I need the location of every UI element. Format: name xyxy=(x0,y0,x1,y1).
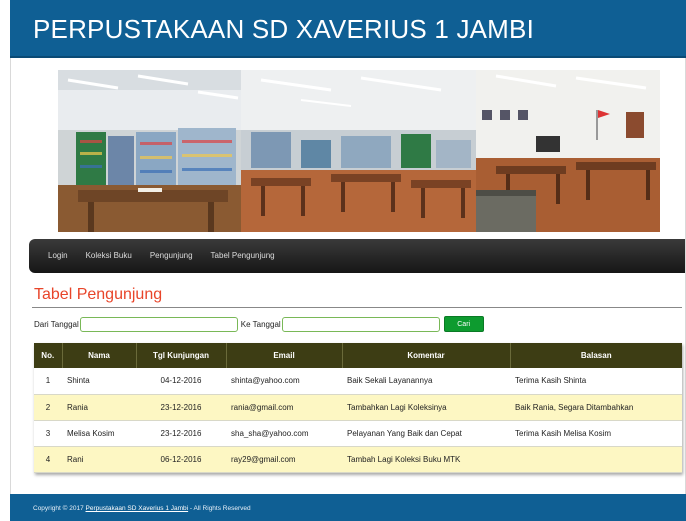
copyright-prefix: Copyright © 2017 xyxy=(33,505,86,512)
nav-pengunjung[interactable]: Pengunjung xyxy=(141,239,202,273)
date-filter-form: Dari Tanggal Ke Tanggal Cari xyxy=(34,316,484,332)
from-date-input[interactable] xyxy=(79,316,238,332)
cell-balasan: Baik Rania, Segara Ditambahkan xyxy=(510,394,682,421)
cell-balasan xyxy=(510,446,682,473)
cell-nama: Melisa Kosim xyxy=(62,420,136,447)
table-row: 1 Shinta 04-12-2016 shinta@yahoo.com Bai… xyxy=(34,368,682,395)
cell-tgl-kunjungan: 23-12-2016 xyxy=(136,394,226,421)
cell-tgl-kunjungan: 23-12-2016 xyxy=(136,420,226,447)
table-row: 2 Rania 23-12-2016 rania@gmail.com Tamba… xyxy=(34,394,682,421)
col-header-nama: Nama xyxy=(62,343,137,368)
col-header-no: No. xyxy=(34,343,63,368)
cell-balasan: Terima Kasih Melisa Kosim xyxy=(510,420,682,447)
table-row: 4 Rani 06-12-2016 ray29@gmail.com Tambah… xyxy=(34,446,682,473)
cell-nama: Shinta xyxy=(62,368,136,395)
to-date-input[interactable] xyxy=(281,316,440,332)
title-divider xyxy=(32,307,682,308)
page-title: Tabel Pengunjung xyxy=(34,286,163,303)
cell-nama: Rani xyxy=(62,446,136,473)
to-date-label: Ke Tanggal xyxy=(240,319,281,329)
banner-photo-1 xyxy=(58,70,241,232)
cell-no: 4 xyxy=(34,446,62,473)
cell-balasan: Terima Kasih Shinta xyxy=(510,368,682,395)
cell-no: 2 xyxy=(34,394,62,421)
cell-tgl-kunjungan: 04-12-2016 xyxy=(136,368,226,395)
cell-nama: Rania xyxy=(62,394,136,421)
banner-photo-3 xyxy=(476,70,660,232)
footer-site-link[interactable]: Perpustakaan SD Xaverius 1 Jambi xyxy=(86,505,189,512)
table-header-row: No. Nama Tgl Kunjungan Email Komentar Ba… xyxy=(34,343,682,368)
cell-komentar: Pelayanan Yang Baik dan Cepat xyxy=(342,420,510,447)
cell-email: sha_sha@yahoo.com xyxy=(226,420,342,447)
col-header-balasan: Balasan xyxy=(510,343,682,368)
nav-login[interactable]: Login xyxy=(39,239,77,273)
cell-komentar: Baik Sekali Layanannya xyxy=(342,368,510,395)
site-footer: Copyright © 2017 Perpustakaan SD Xaveriu… xyxy=(10,494,686,521)
library-banner xyxy=(58,70,660,232)
cell-email: rania@gmail.com xyxy=(226,394,342,421)
cell-komentar: Tambah Lagi Koleksi Buku MTK xyxy=(342,446,510,473)
nav-tabel-pengunjung[interactable]: Tabel Pengunjung xyxy=(202,239,284,273)
copyright-text: Copyright © 2017 Perpustakaan SD Xaveriu… xyxy=(33,505,251,512)
from-date-label: Dari Tanggal xyxy=(34,319,79,329)
cell-email: ray29@gmail.com xyxy=(226,446,342,473)
site-title: PERPUSTAKAAN SD XAVERIUS 1 JAMBI xyxy=(33,14,535,44)
col-header-tgl-kunjungan: Tgl Kunjungan xyxy=(136,343,227,368)
cell-komentar: Tambahkan Lagi Koleksinya xyxy=(342,394,510,421)
site-header: PERPUSTAKAAN SD XAVERIUS 1 JAMBI xyxy=(10,0,686,58)
nav-koleksi-buku[interactable]: Koleksi Buku xyxy=(77,239,141,273)
col-header-email: Email xyxy=(226,343,343,368)
visitor-table: No. Nama Tgl Kunjungan Email Komentar Ba… xyxy=(34,343,682,473)
copyright-suffix: - All Rights Reserved xyxy=(188,505,251,512)
cell-no: 3 xyxy=(34,420,62,447)
search-button[interactable]: Cari xyxy=(443,316,484,332)
cell-tgl-kunjungan: 06-12-2016 xyxy=(136,446,226,473)
main-navigation: Login Koleksi Buku Pengunjung Tabel Peng… xyxy=(29,239,685,273)
cell-email: shinta@yahoo.com xyxy=(226,368,342,395)
table-row: 3 Melisa Kosim 23-12-2016 sha_sha@yahoo.… xyxy=(34,420,682,447)
col-header-komentar: Komentar xyxy=(342,343,511,368)
banner-photo-2 xyxy=(241,70,476,232)
cell-no: 1 xyxy=(34,368,62,395)
